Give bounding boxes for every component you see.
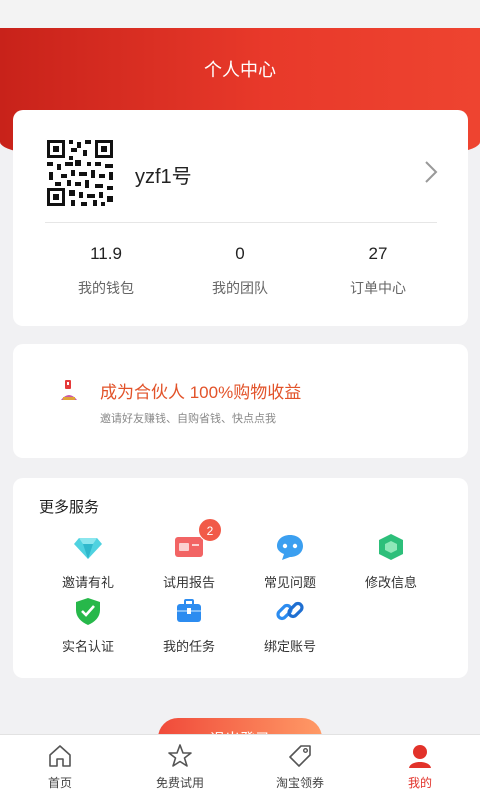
service-label: 修改信息 — [364, 575, 417, 590]
service-label: 常见问题 — [263, 575, 316, 590]
status-bar — [0, 0, 480, 28]
service-label: 我的任务 — [162, 639, 215, 654]
hexagon-icon — [379, 534, 403, 560]
service-faq[interactable]: 常见问题 — [240, 532, 340, 591]
stat-team[interactable]: 0 我的团队 — [175, 244, 305, 298]
home-icon — [49, 745, 71, 767]
tab-free-trial[interactable]: 免费试用 — [120, 735, 240, 800]
service-bind-account[interactable]: 绑定账号 — [240, 596, 340, 655]
partner-badge-icon — [61, 380, 77, 400]
service-label: 邀请有礼 — [61, 575, 114, 590]
stat-orders[interactable]: 27 订单中心 — [313, 244, 443, 298]
services-title: 更多服务 — [39, 499, 100, 516]
stat-value: 0 — [235, 244, 245, 263]
service-verification[interactable]: 实名认证 — [38, 596, 138, 655]
briefcase-icon — [177, 599, 201, 622]
promo-title: 成为合伙人 100%购物收益 — [100, 383, 302, 402]
tab-home[interactable]: 首页 — [0, 735, 120, 800]
divider — [45, 222, 437, 223]
service-label: 试用报告 — [162, 575, 215, 590]
qr-code-icon[interactable] — [45, 138, 115, 208]
service-label: 实名认证 — [61, 639, 114, 654]
stat-label: 订单中心 — [350, 280, 406, 296]
promo-subtitle: 邀请好友赚钱、自购省钱、快点点我 — [100, 413, 276, 425]
profile-card[interactable]: yzf1号 11.9 我的钱包 0 我的团队 27 订单中心 — [13, 110, 468, 326]
service-edit-info[interactable]: 修改信息 — [341, 532, 441, 591]
stat-label: 我的团队 — [212, 280, 268, 296]
partner-promo-card[interactable]: 成为合伙人 100%购物收益 邀请好友赚钱、自购省钱、快点点我 — [13, 344, 468, 458]
chevron-right-icon[interactable] — [421, 160, 441, 184]
link-icon — [276, 601, 304, 621]
tab-label: 我的 — [407, 776, 432, 790]
star-icon — [168, 744, 192, 767]
user-icon — [409, 745, 431, 768]
bottom-tab-bar: 首页 免费试用 淘宝领券 我的 — [0, 734, 480, 800]
tab-mine[interactable]: 我的 — [360, 735, 480, 800]
tag-icon — [289, 745, 311, 767]
chat-icon — [277, 535, 303, 560]
stat-wallet[interactable]: 11.9 我的钱包 — [41, 244, 171, 298]
diamond-icon — [74, 538, 102, 559]
service-invite[interactable]: 邀请有礼 — [38, 532, 138, 591]
card-icon-wrapper: 2 — [174, 518, 222, 562]
tab-label: 免费试用 — [155, 776, 204, 790]
tab-label: 首页 — [47, 776, 72, 790]
username: yzf1号 — [135, 166, 192, 188]
stat-value: 27 — [368, 244, 388, 263]
shield-check-icon — [76, 598, 100, 625]
service-my-tasks[interactable]: 我的任务 — [139, 596, 239, 655]
tab-taobao-coupons[interactable]: 淘宝领券 — [240, 735, 360, 800]
page-title: 个人中心 — [204, 60, 276, 80]
stat-value: 11.9 — [90, 244, 122, 263]
tab-label: 淘宝领券 — [275, 776, 324, 790]
notification-badge: 2 — [198, 518, 222, 542]
stat-label: 我的钱包 — [78, 280, 134, 296]
service-label: 绑定账号 — [263, 639, 316, 654]
more-services-card: 更多服务 邀请有礼 2 试用报告 常见问题 修改信息 实名认证 我的任务 绑定账… — [13, 478, 468, 678]
service-trial-report[interactable]: 2 试用报告 — [139, 518, 239, 591]
